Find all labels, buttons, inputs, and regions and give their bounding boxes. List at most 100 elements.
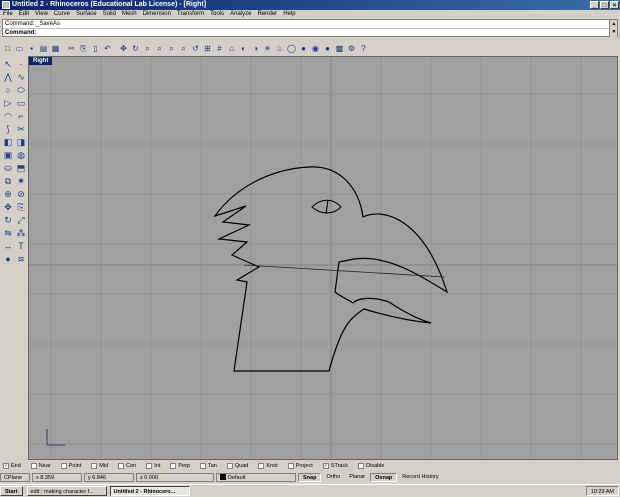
materials-icon[interactable]: ▩ [334, 43, 345, 54]
cplane-indicator[interactable]: CPlane [0, 472, 30, 482]
osnap-tan[interactable]: Tan [199, 463, 217, 469]
right-viewport[interactable]: Right [28, 56, 618, 460]
start-button[interactable]: Start [0, 485, 23, 496]
checkbox-icon[interactable] [287, 463, 294, 469]
menu-dimension[interactable]: Dimension [143, 10, 171, 19]
menu-analyze[interactable]: Analyze [230, 10, 251, 19]
grid-icon[interactable]: # [214, 43, 225, 54]
loft-icon[interactable]: ◨ [15, 136, 27, 148]
menu-transform[interactable]: Transform [177, 10, 204, 19]
text-icon[interactable]: T [15, 240, 27, 252]
checkbox-icon[interactable] [60, 463, 67, 469]
boolean-union-icon[interactable]: ⧉ [2, 175, 14, 187]
cylinder-icon[interactable]: ⛀ [2, 162, 14, 174]
construction-line[interactable] [243, 264, 446, 278]
checkbox-icon[interactable] [30, 463, 37, 469]
close-button[interactable]: × [610, 1, 619, 9]
menu-mesh[interactable]: Mesh [122, 10, 137, 19]
menu-help[interactable]: Help [283, 10, 295, 19]
osnap-project[interactable]: Project [287, 463, 313, 469]
taskbar-item-browser[interactable]: edit : making character f... [26, 485, 107, 496]
offset-curve-icon[interactable]: ⟆ [2, 123, 14, 135]
zoom-window-icon[interactable]: ⌕ [154, 43, 165, 54]
ellipse-icon[interactable]: ⬭ [15, 84, 27, 96]
taskbar-item-rhino[interactable]: Untitled 2 - Rhinocero... [109, 485, 190, 496]
split-icon[interactable]: ⊘ [15, 188, 27, 200]
menu-solid[interactable]: Solid [103, 10, 116, 19]
character-pupil-line[interactable] [325, 199, 329, 215]
circle-icon[interactable]: ○ [2, 84, 14, 96]
checkbox-icon[interactable] [358, 463, 364, 469]
checkbox-checked-icon[interactable]: ✓ [3, 463, 9, 469]
pan-icon[interactable]: ✥ [118, 43, 129, 54]
checkbox-checked-icon[interactable]: ✓ [322, 463, 329, 469]
box-icon[interactable]: ▣ [2, 149, 14, 161]
command-scrollbar[interactable]: ▲ ▼ [609, 20, 617, 37]
menu-curve[interactable]: Curve [54, 10, 70, 19]
zoom-extents-icon[interactable]: ⌕ [166, 43, 177, 54]
menu-surface[interactable]: Surface [76, 10, 97, 19]
checkbox-icon[interactable] [258, 463, 265, 469]
osnap-point[interactable]: Point [60, 463, 81, 469]
array-icon[interactable]: ⁂ [15, 227, 27, 239]
open-file-icon[interactable]: ▭ [14, 43, 25, 54]
viewport-label[interactable]: Right [29, 57, 53, 65]
dimension-icon[interactable]: ↔ [2, 240, 14, 252]
select-icon[interactable]: ⌂ [226, 43, 237, 54]
explode-icon[interactable]: ✷ [15, 175, 27, 187]
copy-icon[interactable]: ⎘ [78, 43, 89, 54]
rotate-view-icon[interactable]: ↻ [130, 43, 141, 54]
viewport-canvas[interactable] [29, 57, 618, 460]
select-arrow-icon[interactable]: ↖ [2, 58, 14, 70]
checkbox-icon[interactable] [226, 463, 233, 469]
menu-file[interactable]: File [3, 10, 13, 19]
undo-view-icon[interactable]: ↺ [190, 43, 201, 54]
scroll-up-icon[interactable]: ▲ [610, 20, 618, 28]
checkbox-icon[interactable] [118, 463, 125, 469]
surface-icon[interactable]: ◧ [2, 136, 14, 148]
print-icon[interactable]: ▤ [38, 43, 49, 54]
lightbulb-icon[interactable]: ♨ [274, 43, 285, 54]
osnap-near[interactable]: Near [30, 463, 51, 469]
cut-icon[interactable]: ✂ [66, 43, 77, 54]
osnap-end[interactable]: ✓ End [3, 463, 21, 469]
osnap-knot[interactable]: Knot [258, 463, 278, 469]
polygon-icon[interactable]: ▷ [2, 97, 14, 109]
rectangle-icon[interactable]: ▭ [15, 97, 27, 109]
checkbox-icon[interactable] [91, 463, 98, 469]
minimize-button[interactable]: _ [590, 1, 599, 9]
render-sphere-icon[interactable]: ● [322, 43, 333, 54]
ortho-toggle[interactable]: Ortho [322, 473, 344, 482]
osnap-perp[interactable]: Perp [170, 463, 190, 469]
mirror-icon[interactable]: ⇋ [2, 227, 14, 239]
planar-toggle[interactable]: Planar [345, 473, 369, 482]
undo-icon[interactable]: ↶ [102, 43, 113, 54]
osnap-strack[interactable]: ✓ STrack [322, 463, 348, 469]
properties-icon[interactable]: ▦ [50, 43, 61, 54]
menu-edit[interactable]: Edit [19, 10, 29, 19]
snap-toggle[interactable]: Snap [298, 472, 322, 482]
wireframe-icon[interactable]: ◯ [286, 43, 297, 54]
zoom-icon[interactable]: ⌕ [142, 43, 153, 54]
osnap-mid[interactable]: Mid [91, 463, 108, 469]
menu-tools[interactable]: Tools [210, 10, 224, 19]
show-icon[interactable]: ◑ [250, 43, 261, 54]
checkbox-icon[interactable] [199, 463, 206, 469]
arc-icon[interactable]: ◠ [2, 110, 14, 122]
trim-icon[interactable]: ✂ [15, 123, 27, 135]
move-icon[interactable]: ✥ [2, 201, 14, 213]
checkbox-icon[interactable] [170, 463, 177, 469]
render-globe-icon[interactable]: ● [2, 253, 14, 265]
shaded-icon[interactable]: ● [298, 43, 309, 54]
scale-icon[interactable]: ⤢ [15, 214, 27, 226]
extrude-icon[interactable]: ⬒ [15, 162, 27, 174]
sphere-solid-icon[interactable]: ◍ [15, 149, 27, 161]
scroll-down-icon[interactable]: ▼ [610, 28, 618, 36]
menu-render[interactable]: Render [258, 10, 278, 19]
osnap-int[interactable]: Int [146, 463, 160, 469]
curve-icon[interactable]: ∿ [15, 71, 27, 83]
record-history-toggle[interactable]: Record History [398, 473, 442, 482]
help-icon[interactable]: ? [358, 43, 369, 54]
layer-selector[interactable]: Default [216, 472, 296, 482]
checkbox-icon[interactable] [146, 463, 153, 469]
